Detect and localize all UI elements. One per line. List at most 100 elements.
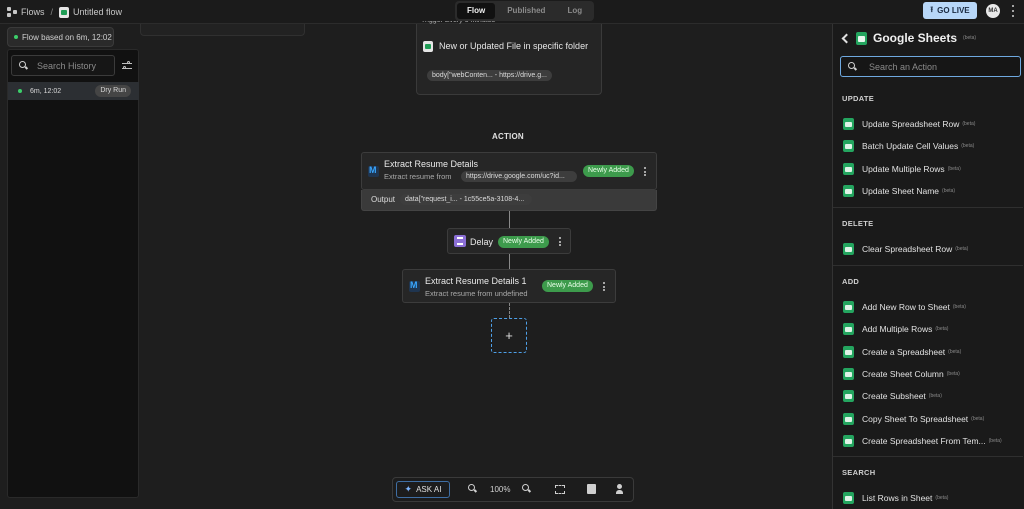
node-title: Extract Resume Details — [384, 159, 479, 169]
flow-name[interactable]: Untitled flow — [73, 7, 122, 17]
action-item[interactable]: Create Sheet Column (beta) — [843, 367, 960, 381]
breadcrumb: Flows / Untitled flow — [7, 4, 122, 20]
beta-label: (beta) — [928, 393, 942, 400]
ask-ai-button[interactable]: ✦ ASK AI — [396, 481, 450, 498]
newly-added-badge: Newly Added — [542, 280, 593, 292]
section-divider — [833, 456, 1023, 457]
newly-added-badge: Newly Added — [583, 165, 634, 177]
section-heading-search: SEARCH — [842, 468, 876, 477]
connector-line — [509, 254, 510, 269]
node-output-bar: Output data["request_i... - 1c55ce5a-310… — [361, 190, 657, 211]
google-sheets-icon — [843, 367, 854, 380]
more-options-icon[interactable] — [1011, 5, 1014, 17]
beta-label: (beta) — [988, 437, 1002, 444]
trigger-node[interactable]: Trigger Every 5 minutes New or Updated F… — [416, 21, 602, 95]
beta-label: (beta) — [961, 143, 975, 150]
action-item[interactable]: Update Multiple Rows (beta) — [843, 162, 961, 176]
action-item[interactable]: Add New Row to Sheet (beta) — [843, 300, 966, 314]
search-icon — [848, 62, 857, 71]
google-sheets-icon — [843, 492, 854, 504]
flows-icon[interactable] — [7, 7, 17, 17]
node-subtitle: Extract resume from — [384, 172, 452, 181]
back-arrow-icon[interactable] — [841, 33, 852, 43]
user-settings-icon[interactable] — [616, 484, 627, 495]
breadcrumb-separator: / — [50, 7, 54, 17]
zoom-out-icon[interactable] — [468, 484, 479, 495]
action-item[interactable]: Batch Update Cell Values (beta) — [843, 139, 974, 153]
history-run-row[interactable]: 6m, 12:02 Dry Run — [8, 82, 139, 100]
node-menu-icon[interactable] — [643, 167, 646, 176]
google-sheets-icon — [843, 323, 854, 336]
add-step-button[interactable]: + — [491, 318, 527, 353]
beta-label: (beta) — [971, 415, 985, 422]
action-label: Create Spreadsheet From Tem... — [862, 435, 986, 446]
google-sheets-icon — [843, 162, 854, 175]
panel-title: Google Sheets — [873, 31, 958, 45]
action-label: Create a Spreadsheet — [862, 346, 946, 357]
node-menu-icon[interactable] — [558, 237, 561, 246]
google-sheets-icon — [843, 301, 854, 313]
flow-version-badge[interactable]: Flow based on 6m, 12:02 — [7, 27, 114, 47]
beta-label: (beta) — [955, 246, 969, 252]
action-section-label: ACTION — [492, 132, 524, 141]
node-input-pill: https://drive.google.com/uc?id... — [461, 171, 577, 182]
beta-label: (beta) — [963, 35, 977, 41]
extract-resume-node[interactable]: Extract Resume Details Extract resume fr… — [361, 152, 657, 190]
action-label: Update Spreadsheet Row — [862, 119, 960, 129]
zoom-in-icon[interactable] — [522, 484, 533, 495]
upload-icon: ⭱ — [930, 4, 934, 14]
action-label: Create Subsheet — [862, 391, 926, 402]
google-drive-icon — [423, 41, 433, 52]
notes-icon[interactable] — [587, 484, 596, 494]
go-live-button[interactable]: ⭱ GO LIVE — [923, 2, 977, 19]
filter-icon[interactable] — [122, 61, 132, 71]
action-item[interactable]: Create Spreadsheet From Tem... (beta) — [843, 434, 1002, 448]
action-item[interactable]: Add Multiple Rows (beta) — [843, 322, 948, 336]
action-label: Batch Update Cell Values — [862, 141, 959, 152]
avatar[interactable]: MA — [986, 4, 1000, 18]
breadcrumb-flows-link[interactable]: Flows — [21, 7, 45, 17]
action-item[interactable]: List Rows in Sheet (beta) — [843, 491, 948, 505]
node-title: Extract Resume Details 1 — [425, 276, 527, 286]
action-label: List Rows in Sheet — [862, 493, 933, 503]
tab-log[interactable]: Log — [557, 3, 592, 19]
delay-node[interactable]: Delay Newly Added — [447, 228, 571, 254]
output-label: Output — [371, 195, 396, 204]
node-title: Delay — [470, 237, 494, 247]
action-item[interactable]: Update Sheet Name (beta) — [843, 184, 955, 198]
fit-view-icon[interactable] — [555, 485, 565, 494]
action-label: Copy Sheet To Spreadsheet — [862, 413, 969, 424]
action-item[interactable]: Clear Spreadsheet Row (beta) — [843, 242, 968, 256]
search-action-input[interactable]: Search an Action — [840, 56, 1021, 77]
trigger-pill: body["webConten... - https://drive.g... — [427, 70, 552, 81]
google-sheets-icon — [843, 184, 854, 197]
google-sheets-icon — [843, 434, 854, 447]
search-history-input[interactable]: Search History — [11, 55, 115, 76]
google-sheets-icon — [843, 118, 854, 130]
google-sheets-icon — [843, 243, 854, 255]
action-item[interactable]: Create Subsheet (beta) — [843, 389, 942, 403]
beta-label: (beta) — [935, 495, 949, 501]
tab-published[interactable]: Published — [497, 3, 555, 19]
status-dot-icon — [14, 35, 18, 39]
section-heading-update: UPDATE — [842, 94, 875, 103]
dry-run-badge: Dry Run — [95, 85, 131, 97]
action-picker-panel: Google Sheets (beta) Search an Action UP… — [832, 24, 1024, 509]
extract-resume-node-1[interactable]: Extract Resume Details 1 Extract resume … — [402, 269, 616, 303]
resume-parser-icon — [368, 165, 379, 177]
sparkle-icon: ✦ — [404, 484, 413, 494]
trigger-header: Trigger Every 5 minutes — [421, 21, 601, 25]
beta-label: (beta) — [935, 326, 949, 333]
panel-header: Google Sheets (beta) — [841, 30, 976, 46]
node-menu-icon[interactable] — [602, 282, 605, 291]
tab-flow[interactable]: Flow — [457, 3, 496, 19]
action-item[interactable]: Update Spreadsheet Row (beta) — [843, 117, 975, 131]
action-label: Clear Spreadsheet Row — [862, 244, 953, 254]
beta-label: (beta) — [948, 348, 962, 355]
action-label: Add New Row to Sheet — [862, 302, 950, 312]
google-sheets-icon — [843, 412, 854, 425]
action-item[interactable]: Create a Spreadsheet (beta) — [843, 345, 961, 359]
node-subtitle: Extract resume from undefined — [425, 289, 528, 298]
beta-label: (beta) — [947, 165, 961, 172]
action-item[interactable]: Copy Sheet To Spreadsheet (beta) — [843, 412, 984, 426]
